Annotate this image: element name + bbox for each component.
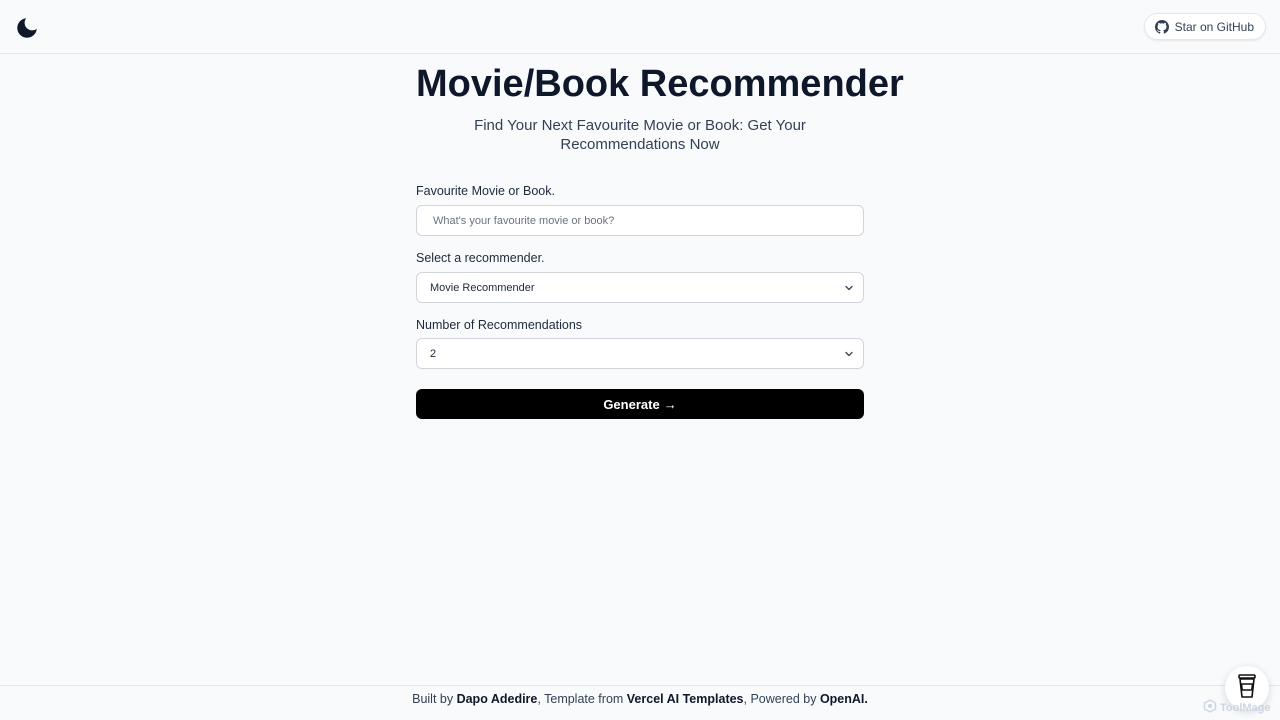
chevron-down-icon [843,348,855,360]
recommender-field-label: Select a recommender. [416,251,545,265]
generate-button-label: Generate [603,396,660,412]
main-content: Movie/Book Recommender Find Your Next Fa… [416,60,904,419]
count-selected-value: 2 [430,347,437,360]
footer-template-link[interactable]: Vercel AI Templates [627,692,744,706]
footer-powered-text: , Powered by [743,692,820,706]
moon-icon[interactable] [14,15,40,41]
footer-built-by-text: Built by [412,692,457,706]
watermark-logo-icon [1203,699,1217,716]
chevron-down-icon [843,282,855,294]
recommender-selected-value: Movie Recommender [430,281,535,294]
page-subtitle: Find Your Next Favourite Movie or Book: … [474,117,806,153]
generate-button[interactable]: Generate → [416,389,864,419]
footer-openai-link[interactable]: OpenAI. [820,692,868,706]
recommender-field-group: Select a recommender. Movie Recommender [416,250,864,303]
arrow-right-icon: → [663,396,677,412]
github-button-label: Star on GitHub [1174,19,1254,34]
recommender-select[interactable]: Movie Recommender [416,272,864,303]
footer-author-link[interactable]: Dapo Adedire [457,692,538,706]
recommendations-count-select[interactable]: 2 [416,338,864,369]
star-on-github-button[interactable]: Star on GitHub [1143,13,1266,40]
top-header: Star on GitHub [0,0,1280,54]
footer: Built by Dapo Adedire, Template from Ver… [0,685,1280,720]
watermark: ToolMage [1203,699,1271,716]
favourite-field-group: Favourite Movie or Book. [416,183,864,236]
watermark-text: ToolMage [1220,701,1271,714]
footer-template-text: , Template from [537,692,627,706]
favourite-field-label: Favourite Movie or Book. [416,184,555,198]
github-icon [1154,19,1169,34]
count-field-label: Number of Recommendations [416,318,583,332]
count-field-group: Number of Recommendations 2 [416,317,864,369]
page-title: Movie/Book Recommender [416,63,904,105]
favourite-input[interactable] [416,205,864,236]
